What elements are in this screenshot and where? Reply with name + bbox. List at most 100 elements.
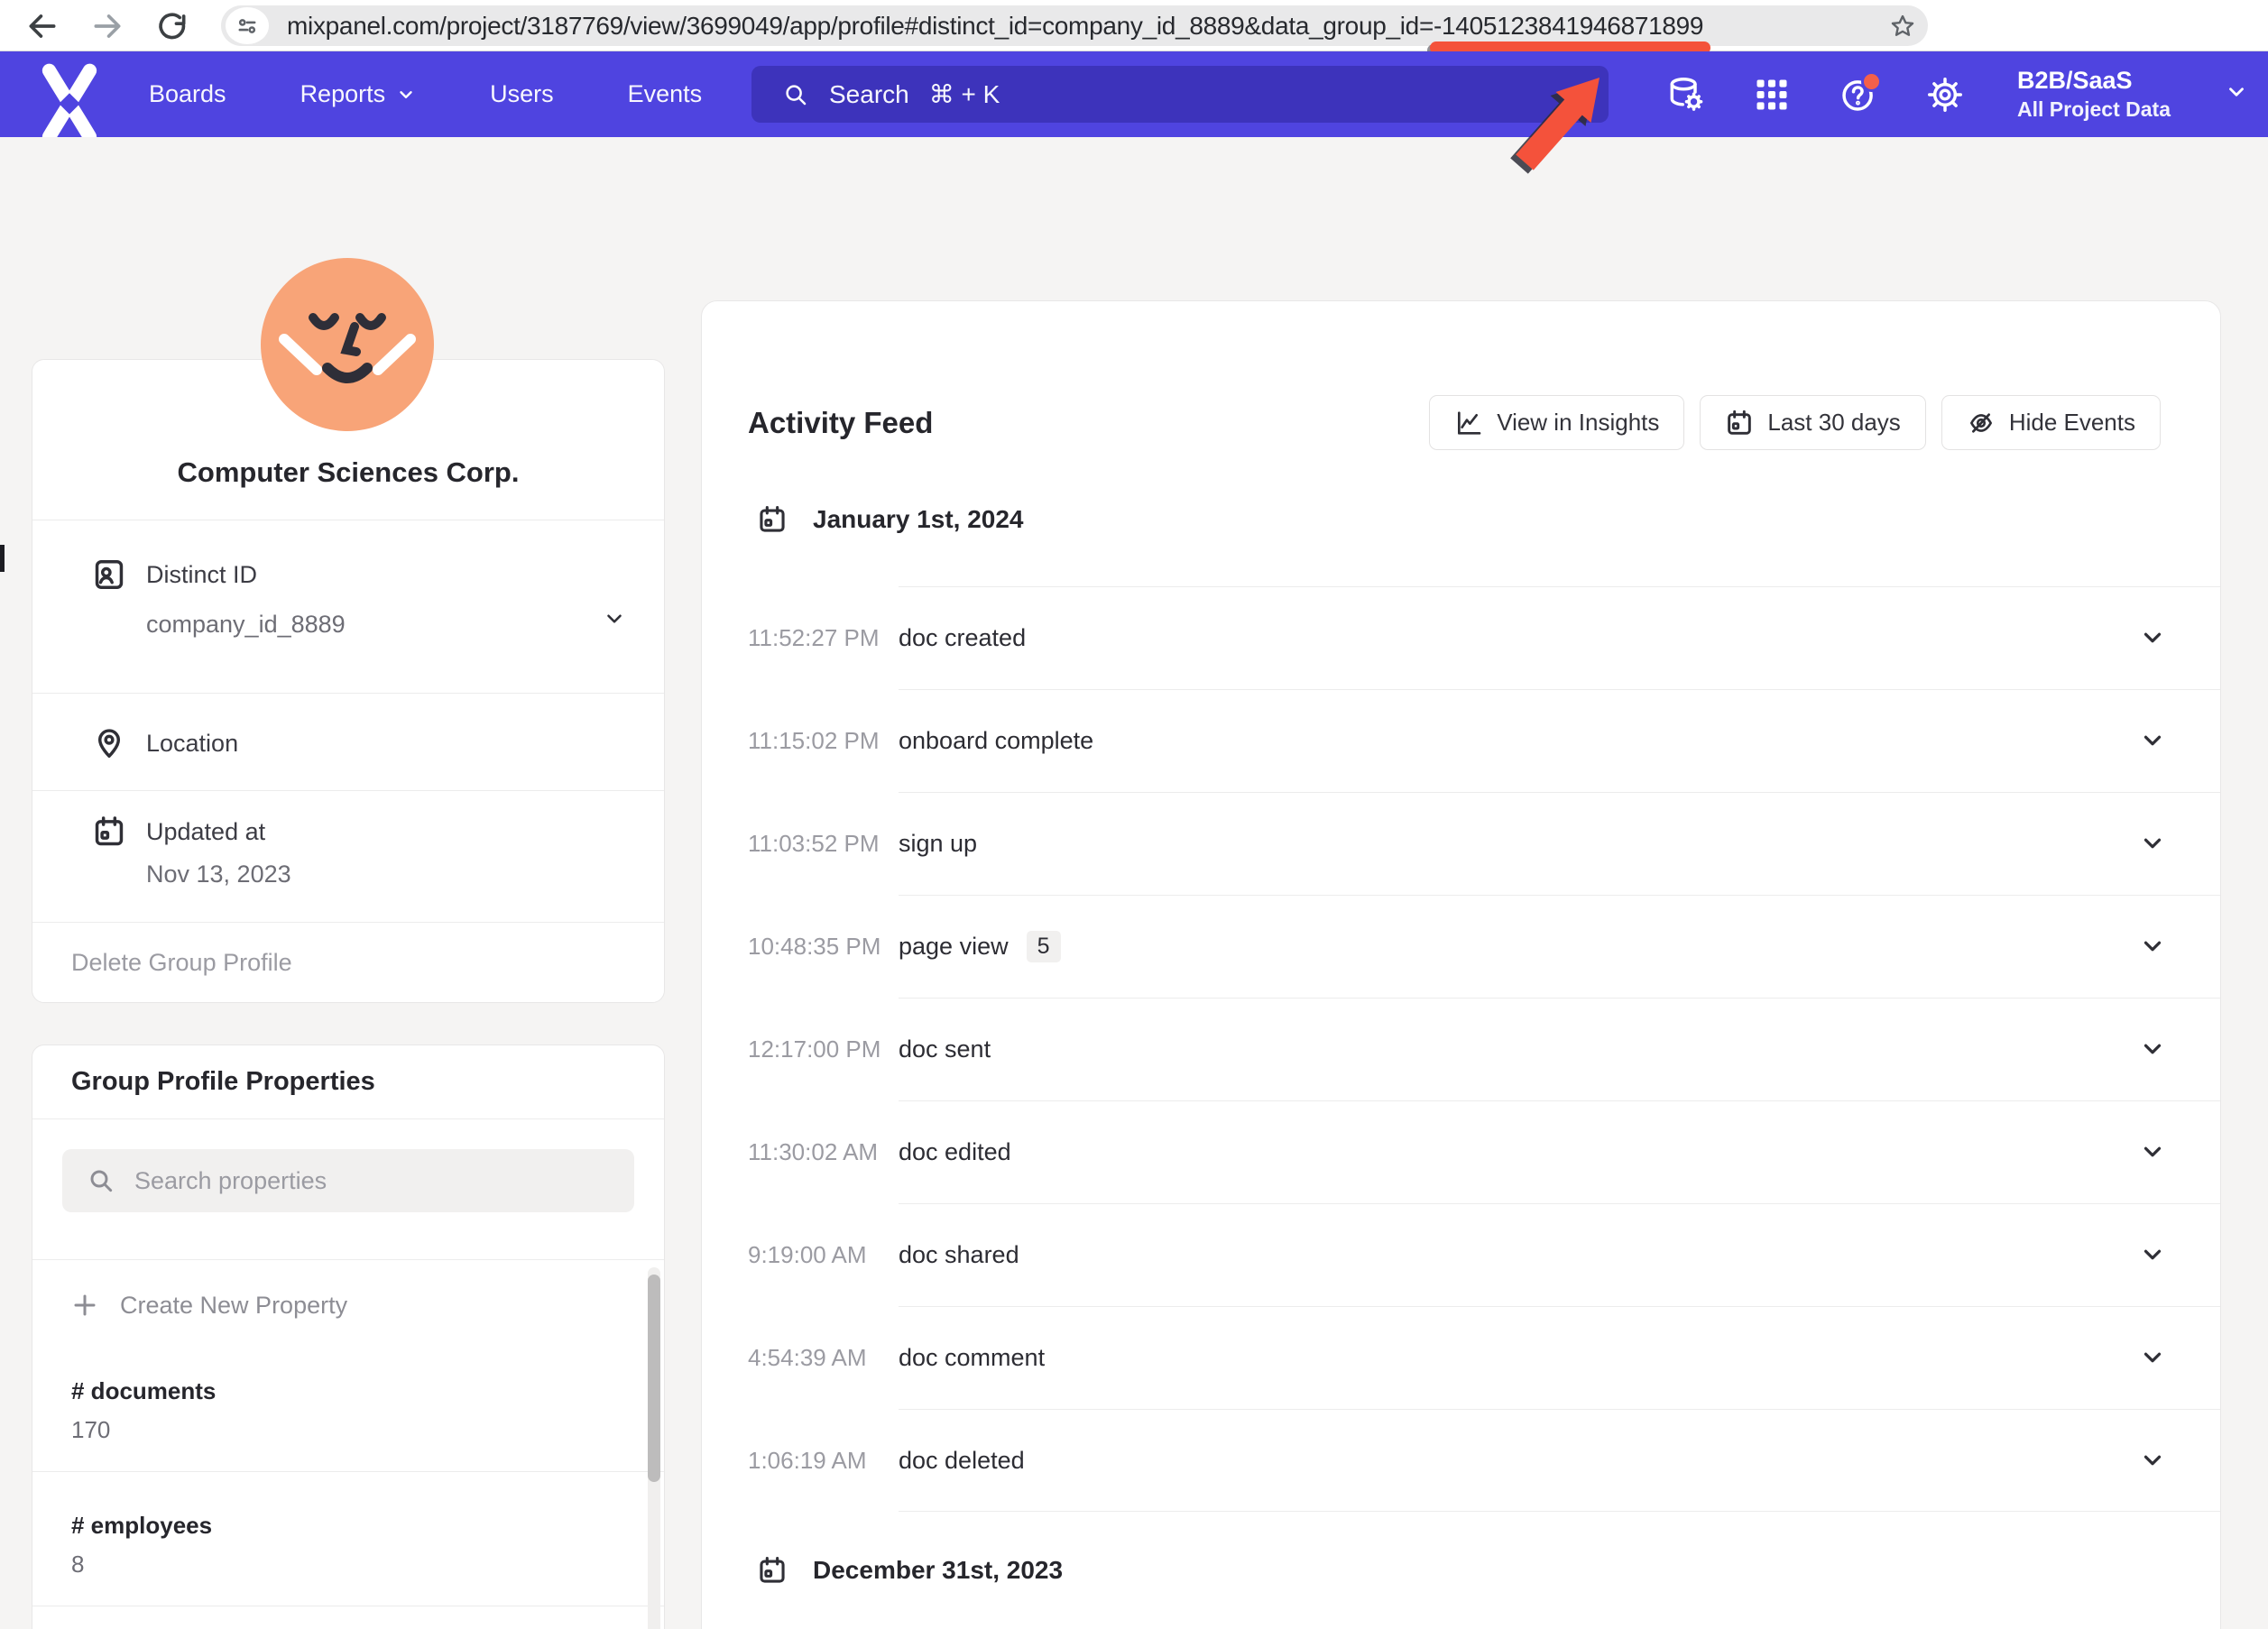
url-bar[interactable]: mixpanel.com/project/3187769/view/369904… <box>221 5 1928 46</box>
event-row[interactable]: 11:03:52 PM sign up <box>702 792 2220 895</box>
apps-grid-icon[interactable] <box>1752 75 1792 115</box>
location-section: Location <box>32 693 664 790</box>
event-name-text: doc deleted <box>899 1447 1025 1475</box>
event-name-text: doc sent <box>899 1035 991 1063</box>
event-name-text: page view <box>899 933 1009 961</box>
event-chevron-down-icon[interactable] <box>2139 1203 2166 1306</box>
url-text[interactable]: mixpanel.com/project/3187769/view/369904… <box>287 5 1703 46</box>
nav-reports-label: Reports <box>300 80 386 108</box>
eye-off-icon <box>1967 409 1996 437</box>
main-nav-menu: Boards Reports Users Events <box>149 51 702 137</box>
event-chevron-down-icon[interactable] <box>2139 1306 2166 1409</box>
search-icon <box>87 1166 115 1200</box>
bookmark-star-icon[interactable] <box>1888 12 1917 45</box>
updated-at-label: Updated at <box>146 818 265 846</box>
event-name: doc shared <box>899 1203 1019 1306</box>
browser-forward-icon[interactable] <box>90 9 124 43</box>
event-row[interactable]: 11:52:27 PM doc created <box>702 586 2220 689</box>
date-heading-label: January 1st, 2024 <box>813 505 1024 534</box>
event-name: page view 5 <box>899 895 1061 998</box>
view-in-insights-button[interactable]: View in Insights <box>1429 395 1684 450</box>
event-chevron-down-icon[interactable] <box>2139 689 2166 792</box>
browser-reload-icon[interactable] <box>155 9 189 43</box>
top-navbar: Boards Reports Users Events Search ⌘ + K <box>0 51 2268 137</box>
event-row[interactable]: 11:15:02 PM onboard complete <box>702 689 2220 792</box>
event-row[interactable]: 1:06:19 AM doc deleted <box>702 1409 2220 1512</box>
updated-at-section: Updated at Nov 13, 2023 <box>32 790 664 922</box>
event-row[interactable]: 10:48:35 PM page view 5 <box>702 895 2220 998</box>
mixpanel-logo-icon[interactable] <box>34 63 105 126</box>
distinct-id-chevron-down-icon[interactable] <box>603 607 626 635</box>
event-name: doc comment <box>899 1306 1045 1409</box>
screen-edge-mark <box>0 545 5 572</box>
site-settings-icon[interactable] <box>226 7 269 44</box>
event-chevron-down-icon[interactable] <box>2139 792 2166 895</box>
activity-feed-header: Activity Feed View in Insights La <box>702 301 2220 450</box>
event-rows: 11:52:27 PM doc created 11:15:02 PM onbo… <box>702 586 2220 1512</box>
event-row[interactable]: 4:54:39 AM doc comment <box>702 1306 2220 1409</box>
properties-scrollbar-thumb[interactable] <box>648 1275 660 1482</box>
activity-feed-card: Activity Feed View in Insights La <box>701 300 2221 1629</box>
event-time: 11:03:52 PM <box>748 792 880 895</box>
create-new-property-button[interactable]: Create New Property <box>32 1273 664 1338</box>
calendar-icon <box>757 504 788 535</box>
event-name: doc edited <box>899 1100 1011 1203</box>
delete-group-profile-label: Delete Group Profile <box>71 949 292 977</box>
nav-boards-label: Boards <box>149 80 226 108</box>
event-time: 11:52:27 PM <box>748 586 880 689</box>
last-30-days-button[interactable]: Last 30 days <box>1700 395 1925 450</box>
event-chevron-down-icon[interactable] <box>2139 586 2166 689</box>
properties-panel-title: Group Profile Properties <box>32 1045 664 1119</box>
event-name-text: doc created <box>899 624 1026 652</box>
event-name: sign up <box>899 792 977 895</box>
event-name: onboard complete <box>899 689 1093 792</box>
delete-group-profile-button[interactable]: Delete Group Profile <box>32 922 664 1002</box>
distinct-id-value[interactable]: company_id_8889 <box>32 611 664 639</box>
property-item[interactable]: # documents 170 <box>32 1338 664 1472</box>
event-row[interactable]: 12:17:00 PM doc sent <box>702 998 2220 1100</box>
view-in-insights-label: View in Insights <box>1497 409 1659 437</box>
group-profile-properties-card: Group Profile Properties Create New Prop… <box>32 1045 665 1629</box>
activity-feed-title: Activity Feed <box>748 406 933 440</box>
calendar-icon <box>92 814 126 849</box>
project-scope: All Project Data <box>2017 97 2171 123</box>
hide-events-button[interactable]: Hide Events <box>1941 395 2161 450</box>
data-management-icon[interactable] <box>1665 75 1705 115</box>
property-value: 8 <box>71 1551 664 1578</box>
settings-gear-icon[interactable] <box>1925 75 1965 115</box>
project-chevron-down-icon[interactable] <box>2225 80 2248 108</box>
notification-dot <box>1861 71 1882 92</box>
search-icon <box>782 81 809 108</box>
event-name: doc deleted <box>899 1409 1025 1512</box>
event-chevron-down-icon[interactable] <box>2139 895 2166 998</box>
nav-item-users[interactable]: Users <box>490 80 554 108</box>
nav-item-boards[interactable]: Boards <box>149 80 226 108</box>
distinct-id-label: Distinct ID <box>146 561 257 589</box>
event-row[interactable]: 11:30:02 AM doc edited <box>702 1100 2220 1203</box>
property-item[interactable]: # employees 8 <box>32 1472 664 1606</box>
nav-item-reports[interactable]: Reports <box>300 80 417 108</box>
create-new-property-label: Create New Property <box>120 1292 347 1320</box>
properties-search-input[interactable] <box>62 1149 634 1212</box>
property-name: # employees <box>71 1512 664 1540</box>
project-selector[interactable]: B2B/SaaS All Project Data <box>2017 66 2171 123</box>
event-chevron-down-icon[interactable] <box>2139 998 2166 1100</box>
event-time: 11:15:02 PM <box>748 689 880 792</box>
browser-back-icon[interactable] <box>25 9 60 43</box>
calendar-icon <box>757 1555 788 1586</box>
activity-feed-actions: View in Insights Last 30 days <box>1429 395 2161 450</box>
global-search-input[interactable]: Search ⌘ + K <box>751 66 1609 123</box>
nav-item-events[interactable]: Events <box>628 80 703 108</box>
event-name: doc created <box>899 586 1026 689</box>
help-icon[interactable] <box>1839 75 1878 115</box>
event-time: 10:48:35 PM <box>748 895 880 998</box>
event-chevron-down-icon[interactable] <box>2139 1409 2166 1512</box>
properties-items: # documents 170 # employees 8 <box>32 1338 664 1606</box>
event-name-text: sign up <box>899 830 977 858</box>
event-count-badge: 5 <box>1027 931 1061 962</box>
project-name: B2B/SaaS <box>2017 66 2171 97</box>
event-row[interactable]: 9:19:00 AM doc shared <box>702 1203 2220 1306</box>
event-chevron-down-icon[interactable] <box>2139 1100 2166 1203</box>
global-search-label: Search <box>829 80 909 109</box>
navbar-right-cluster: B2B/SaaS All Project Data <box>1665 51 2248 137</box>
